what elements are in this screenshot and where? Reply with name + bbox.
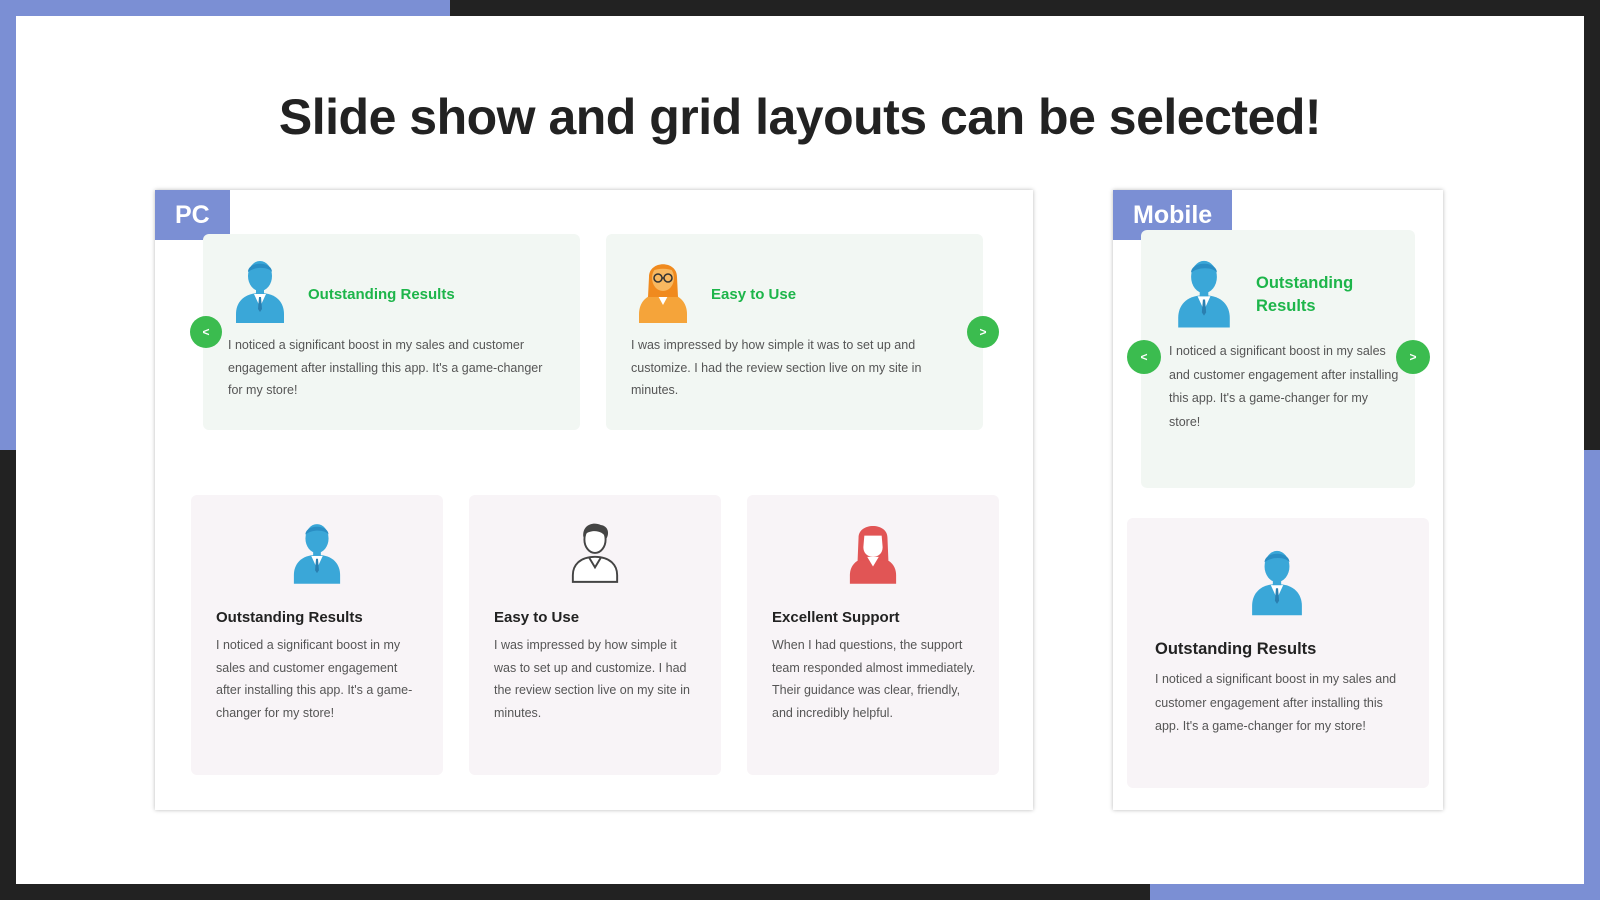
headline: Slide show and grid layouts can be selec…: [278, 89, 1322, 145]
accent-top-left: [0, 0, 450, 16]
pc-next-arrow[interactable]: >: [967, 316, 999, 348]
card-text: When I had questions, the support team r…: [772, 638, 976, 720]
slide-title: Outstanding Results: [1256, 274, 1354, 315]
pc-prev-arrow[interactable]: <: [190, 316, 222, 348]
pc-card-1: Outstanding Results I noticed a signific…: [191, 495, 443, 775]
pc-tag: PC: [155, 190, 230, 240]
red-woman-icon: [847, 520, 899, 584]
slide-text: I noticed a significant boost in my sale…: [1169, 344, 1399, 429]
pc-card-3: Excellent Support When I had questions, …: [747, 495, 999, 775]
card-title: Outstanding Results: [216, 609, 363, 626]
accent-bottom-right: [1150, 884, 1600, 900]
card-text: I noticed a significant boost in my sale…: [216, 638, 413, 720]
gray-man-outline-icon: [569, 520, 621, 584]
card-title: Outstanding Results: [1155, 640, 1317, 658]
card-title: Excellent Support: [772, 609, 900, 626]
mobile-card: Outstanding Results I noticed a signific…: [1127, 518, 1429, 788]
mobile-prev-arrow[interactable]: <: [1127, 340, 1161, 374]
card-title: Easy to Use: [494, 609, 580, 626]
slide-title: Easy to Use: [711, 286, 797, 303]
blue-man-icon: [1249, 546, 1305, 616]
mobile-next-arrow[interactable]: >: [1396, 340, 1430, 374]
pc-slide-1: Outstanding Results I noticed a signific…: [203, 234, 580, 430]
card-text: I was impressed by how simple it was to …: [494, 638, 690, 720]
blue-man-icon: [1175, 256, 1233, 328]
blue-man-icon: [233, 257, 287, 323]
accent-right: [1584, 450, 1600, 900]
mobile-panel: Mobile Outstanding Results I noticed a s…: [1113, 190, 1443, 810]
mobile-slide: Outstanding Results I noticed a signific…: [1141, 230, 1415, 488]
pc-panel: PC Outstanding Results I noticed a signi…: [155, 190, 1033, 810]
pc-card-2: Easy to Use I was impressed by how simpl…: [469, 495, 721, 775]
blue-man-icon: [291, 520, 343, 584]
card-text: I noticed a significant boost in my sale…: [1155, 672, 1397, 733]
slide-title: Outstanding Results: [308, 286, 455, 303]
accent-left: [0, 0, 16, 450]
slide-text: I noticed a significant boost in my sale…: [228, 338, 543, 397]
pc-slide-2: Easy to Use I was impressed by how simpl…: [606, 234, 983, 430]
slide-frame: Slide show and grid layouts can be selec…: [16, 16, 1584, 884]
slide-text: I was impressed by how simple it was to …: [631, 338, 922, 397]
orange-woman-glasses-icon: [636, 257, 690, 323]
